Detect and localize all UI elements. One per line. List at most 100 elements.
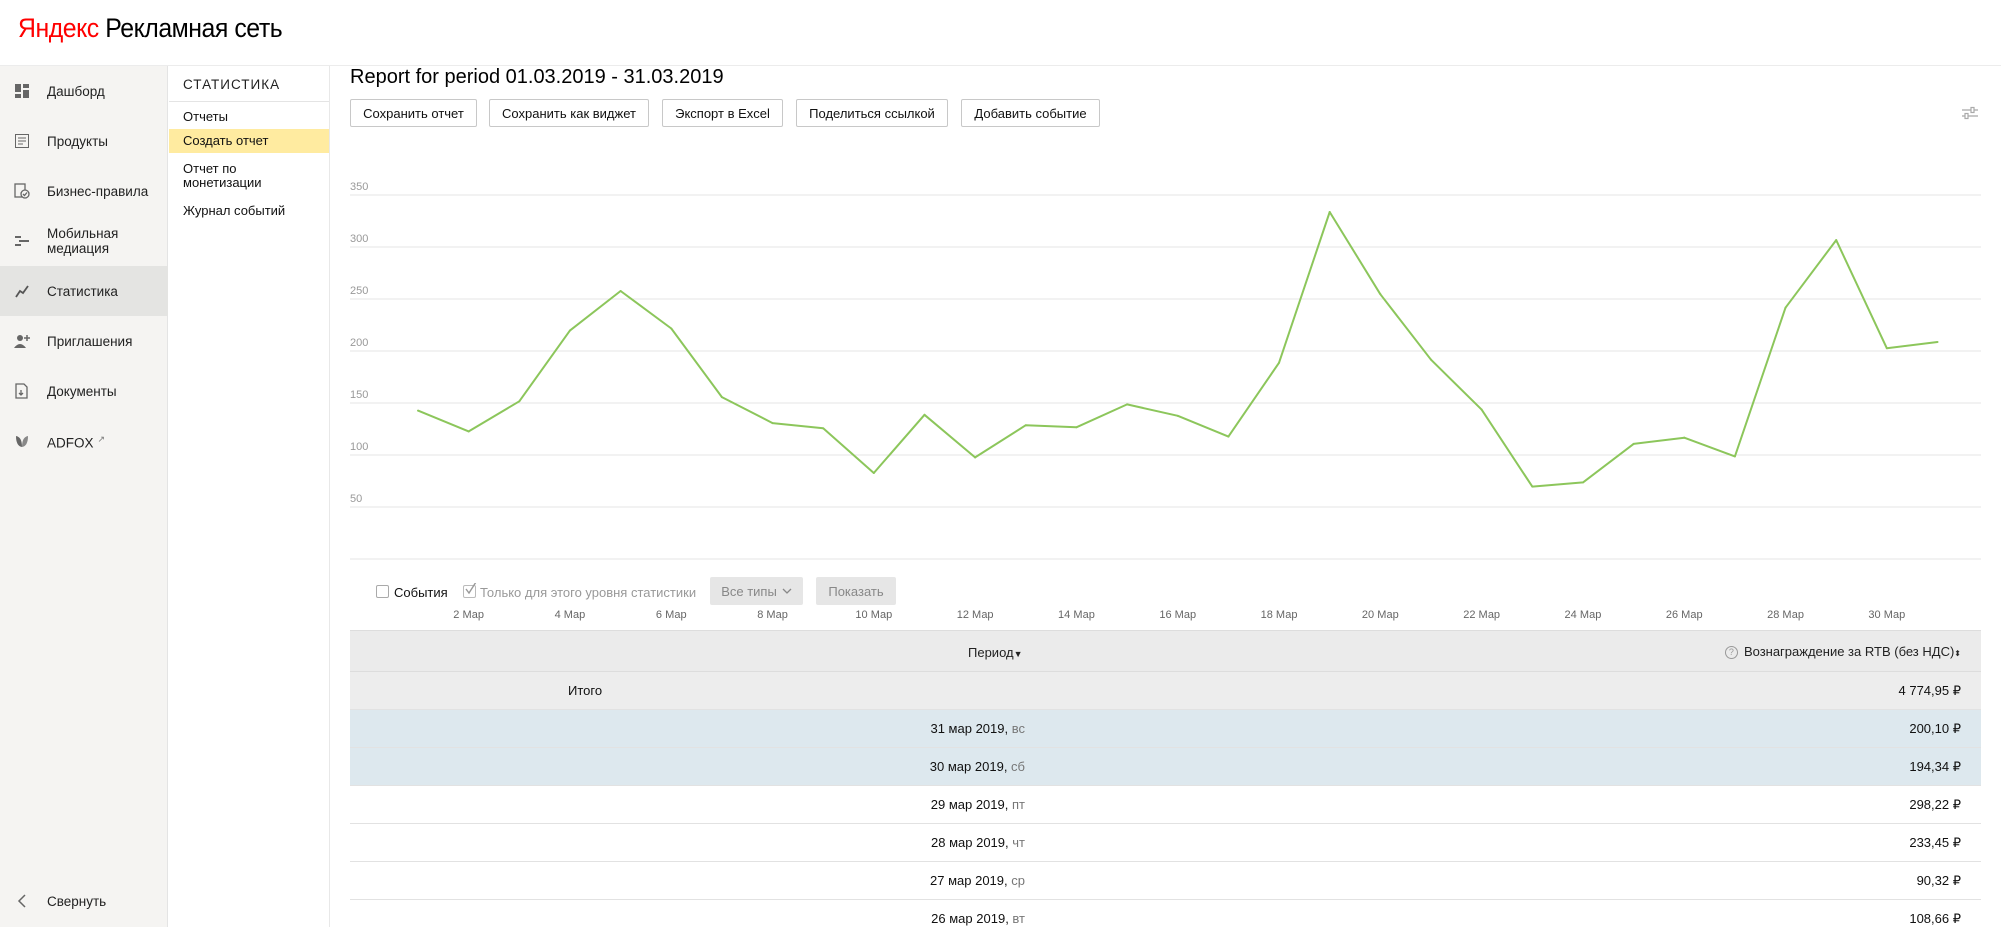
sidebar-item-label: Приглашения: [47, 333, 133, 349]
data-point: [1683, 436, 1686, 439]
table-row[interactable]: 29 мар 2019, пт 298,22 ₽: [350, 786, 1981, 824]
cell-period: 27 мар 2019, ср: [930, 873, 1025, 888]
data-point: [1126, 403, 1129, 406]
y-tick-label: 250: [350, 285, 368, 297]
cell-period: 28 мар 2019, чт: [931, 835, 1025, 850]
checkmark-icon: [465, 583, 477, 595]
x-tick-label: 14 Мар: [1058, 609, 1095, 621]
sidebar-item-documents[interactable]: Документы: [0, 366, 168, 416]
statistics-subnav: СТАТИСТИКА Отчеты Создать отчет Отчет по…: [169, 66, 330, 927]
data-point: [1227, 435, 1230, 438]
sidebar-item-label: Документы: [47, 383, 117, 399]
x-tick-label: 4 Мар: [555, 609, 586, 621]
sidebar-item-label: Статистика: [47, 283, 118, 299]
sidebar-item-products[interactable]: Продукты: [0, 116, 168, 166]
event-types-label: Все типы: [721, 583, 777, 599]
table-row[interactable]: 30 мар 2019, сб 194,34 ₽: [350, 748, 1981, 786]
table-row[interactable]: 27 мар 2019, ср 90,32 ₽: [350, 862, 1981, 900]
data-point: [1531, 485, 1534, 488]
cell-reward: 200,10 ₽: [1909, 721, 1961, 736]
data-point: [568, 329, 571, 332]
x-tick-label: 20 Мар: [1362, 609, 1399, 621]
data-point: [1379, 293, 1382, 296]
data-point: [974, 456, 977, 459]
sidebar-item-label: Мобильная медиация: [47, 226, 119, 256]
table-row[interactable]: 26 мар 2019, вт 108,66 ₽: [350, 900, 1981, 927]
data-point: [467, 430, 470, 433]
line-chart: 50 100 150 200 250 300 350 2 Мар 4 Мар 6 Мар 8 Ма…: [350, 181, 1981, 621]
export-excel-button[interactable]: Экспорт в Excel: [662, 99, 783, 127]
table-row[interactable]: 28 мар 2019, чт 233,45 ₽: [350, 824, 1981, 862]
sidebar-item-invitations[interactable]: Приглашения: [0, 316, 168, 366]
table-row-total: Итого 4 774,95 ₽: [350, 672, 1981, 710]
show-button[interactable]: Показать: [816, 577, 896, 605]
sidebar-item-mediation[interactable]: Мобильная медиация: [0, 216, 168, 266]
statistics-chart: 50 100 150 200 250 300 350 2 Мар 4 Мар 6 Мар 8 Ма…: [330, 152, 2001, 632]
events-checkbox-label: События: [394, 585, 448, 600]
sidebar: Дашборд Продукты Бизнес-правила Мобильна…: [0, 66, 168, 927]
subnav-item-event-log[interactable]: Журнал событий: [169, 204, 329, 222]
top-header: Яндекс Рекламная сеть: [0, 0, 2001, 66]
cell-period: 31 мар 2019, вс: [930, 721, 1025, 736]
share-link-button[interactable]: Поделиться ссылкой: [796, 99, 948, 127]
chart-filter-row: События Только для этого уровня статисти…: [330, 577, 2001, 607]
documents-icon: [14, 383, 30, 399]
dashboard-icon: [14, 83, 30, 99]
data-point: [619, 290, 622, 293]
table-row[interactable]: 31 мар 2019, вс 200,10 ₽: [350, 710, 1981, 748]
column-header-reward[interactable]: ? Вознаграждение за RTB (без НДС)⬍: [1724, 644, 1961, 659]
x-tick-label: 24 Мар: [1565, 609, 1602, 621]
data-point: [1430, 358, 1432, 361]
mediation-icon: [14, 233, 30, 249]
divider: [169, 101, 329, 102]
main-content: Report for period 01.03.2019 - 31.03.201…: [330, 66, 2001, 927]
column-header-period[interactable]: Период▼: [968, 645, 1023, 660]
data-point: [518, 400, 521, 403]
page-title: Report for period 01.03.2019 - 31.03.201…: [350, 66, 724, 88]
data-point: [771, 422, 774, 425]
data-point: [923, 413, 926, 416]
data-point: [417, 409, 419, 412]
sidebar-item-label: Бизнес-правила: [47, 183, 149, 199]
cell-reward: 108,66 ₽: [1909, 911, 1961, 926]
data-point: [1784, 306, 1787, 309]
table-header: Период▼ ? Вознаграждение за RTB (без НДС)…: [350, 630, 1981, 672]
sidebar-item-adfox[interactable]: ADFOX ↗: [0, 416, 168, 466]
subnav-item-monetization-report[interactable]: Отчет по монетизации: [169, 162, 329, 194]
events-checkbox[interactable]: [376, 585, 389, 598]
save-widget-button[interactable]: Сохранить как виджет: [489, 99, 649, 127]
sidebar-item-business-rules[interactable]: Бизнес-правила: [0, 166, 168, 216]
subnav-title: СТАТИСТИКА: [183, 77, 281, 92]
sidebar-item-label: Продукты: [47, 133, 108, 149]
x-tick-label: 6 Мар: [656, 609, 687, 621]
x-tick-label: 2 Мар: [453, 609, 484, 621]
collapse-sidebar-button[interactable]: Свернуть: [0, 876, 168, 926]
data-point: [1328, 211, 1331, 213]
data-point: [1176, 414, 1179, 417]
sidebar-item-statistics[interactable]: Статистика: [0, 266, 168, 316]
sidebar-item-dashboard[interactable]: Дашборд: [0, 66, 168, 116]
subnav-item-reports[interactable]: Отчеты: [169, 107, 329, 127]
data-point: [1733, 455, 1736, 458]
y-tick-label: 150: [350, 389, 368, 401]
cell-reward: 298,22 ₽: [1909, 797, 1961, 812]
data-point: [1075, 426, 1078, 429]
help-icon[interactable]: ?: [1724, 646, 1738, 659]
sidebar-item-label: Дашборд: [47, 83, 105, 99]
total-value: 4 774,95 ₽: [1898, 683, 1962, 698]
cell-period: 30 мар 2019, сб: [929, 759, 1025, 774]
settings-sliders-icon[interactable]: [1959, 102, 1981, 124]
data-point: [1632, 442, 1635, 445]
sidebar-item-label: ADFOX ↗: [47, 433, 106, 451]
add-event-button[interactable]: Добавить событие: [961, 99, 1100, 127]
x-tick-label: 18 Мар: [1261, 609, 1298, 621]
products-icon: [14, 133, 30, 149]
yandex-logo[interactable]: Яндекс Рекламная сеть: [18, 13, 283, 44]
event-types-dropdown[interactable]: Все типы: [710, 577, 803, 605]
subnav-item-create-report[interactable]: Создать отчет: [169, 129, 329, 153]
save-report-button[interactable]: Сохранить отчет: [350, 99, 477, 127]
data-point: [670, 327, 673, 330]
y-tick-label: 50: [350, 493, 362, 505]
this-level-checkbox[interactable]: [463, 583, 477, 598]
y-tick-label: 300: [350, 233, 368, 245]
